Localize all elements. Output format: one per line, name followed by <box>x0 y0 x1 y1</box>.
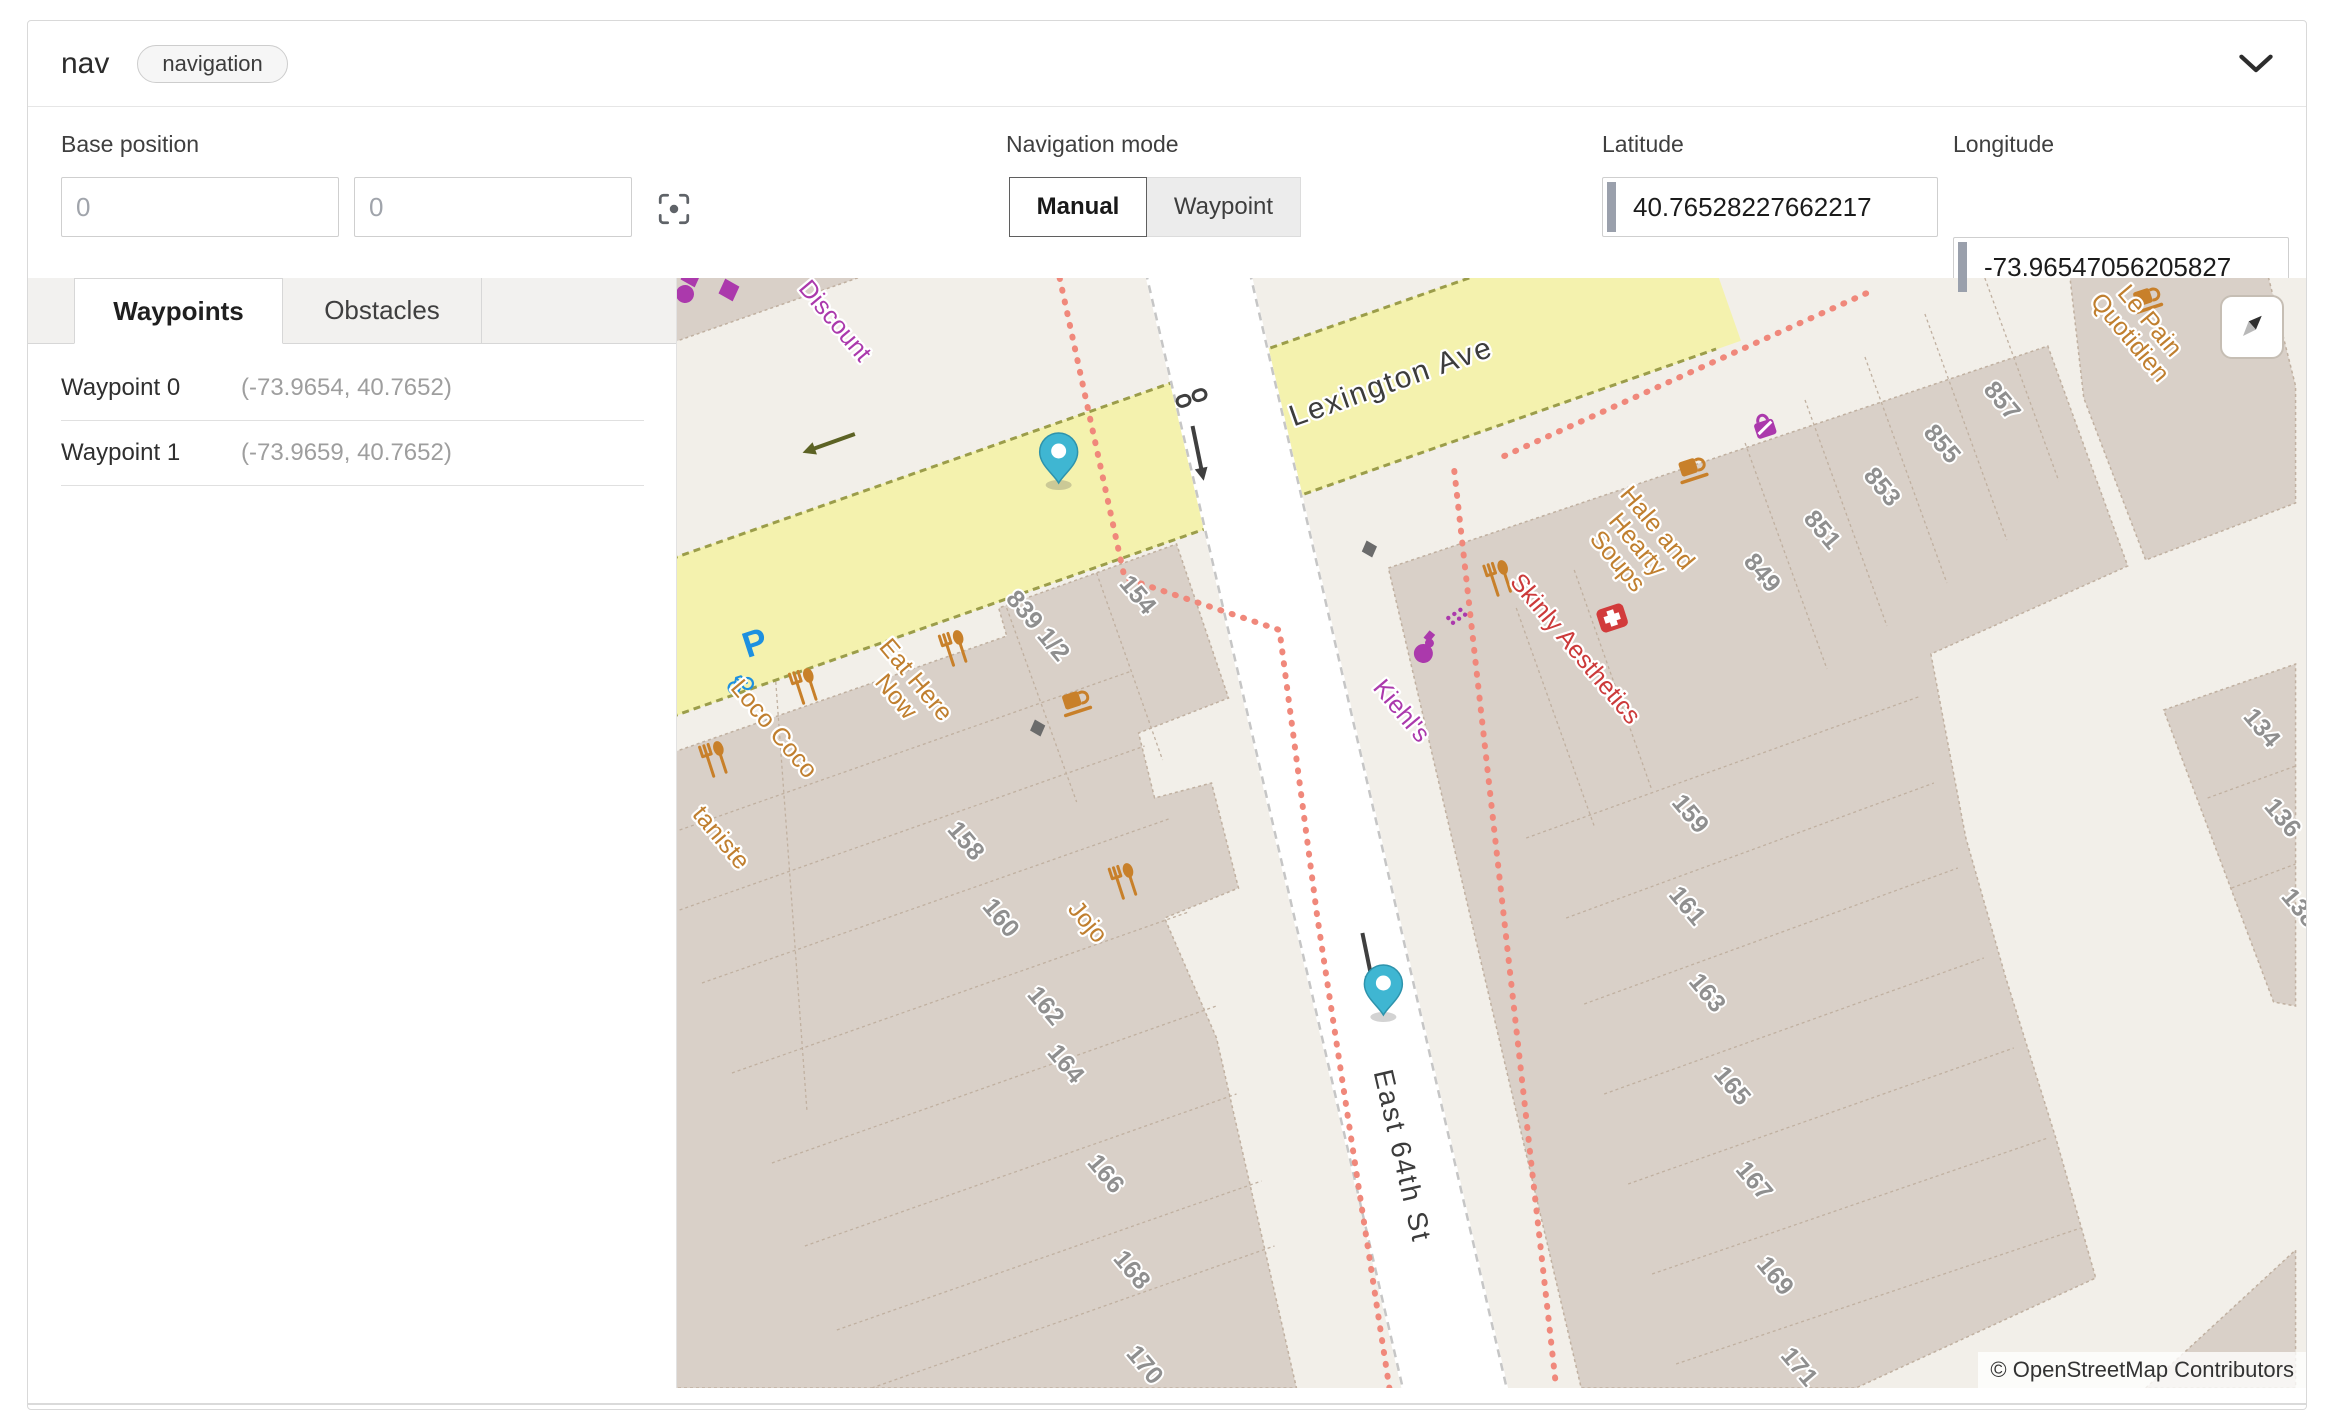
waypoint-name: Waypoint 1 <box>61 439 241 467</box>
tab-obstacles[interactable]: Obstacles <box>283 278 482 343</box>
longitude-label: Longitude <box>1953 131 2054 158</box>
tabstrip: Waypoints Obstacles <box>28 278 676 344</box>
map[interactable]: PDiscountLoco CocotanisteEat HereNowJojo… <box>677 278 2306 1388</box>
focus-base-button[interactable] <box>656 191 692 227</box>
collapse-button[interactable] <box>2239 54 2273 74</box>
base-x-input[interactable] <box>61 177 339 237</box>
nav-card: nav navigation Base position <box>27 20 2307 1410</box>
controls-row: Base position Navigation mode Manual Way… <box>28 107 2306 278</box>
left-panel: Waypoints Obstacles Waypoint 0(-73.9654,… <box>28 278 677 1388</box>
navigation-mode-label: Navigation mode <box>1006 131 1179 158</box>
content-row: Waypoints Obstacles Waypoint 0(-73.9654,… <box>28 278 2306 1388</box>
waypoint-mode-button[interactable]: Waypoint <box>1147 177 1301 237</box>
tab-spacer <box>28 278 74 343</box>
component-title: nav <box>61 47 109 81</box>
chevron-down-icon <box>2239 54 2273 74</box>
compass-button[interactable] <box>2220 295 2284 359</box>
navigation-mode-toggle: Manual Waypoint <box>1009 177 1301 237</box>
latitude-label: Latitude <box>1602 131 1684 158</box>
waypoint-row[interactable]: Waypoint 0(-73.9654, 40.7652) <box>61 356 644 421</box>
latitude-field <box>1602 177 1938 237</box>
waypoint-row[interactable]: Waypoint 1(-73.9659, 40.7652) <box>61 421 644 486</box>
base-y-field <box>354 177 632 237</box>
crosshair-icon <box>656 191 692 227</box>
tab-waypoints[interactable]: Waypoints <box>74 278 283 344</box>
waypoint-coords: (-73.9659, 40.7652) <box>241 439 452 467</box>
map-canvas[interactable]: PDiscountLoco CocotanisteEat HereNowJojo… <box>677 278 2306 1388</box>
latitude-input[interactable] <box>1602 177 1938 237</box>
waypoint-list: Waypoint 0(-73.9654, 40.7652)Waypoint 1(… <box>28 344 676 486</box>
base-position-label: Base position <box>61 131 199 158</box>
screen: nav navigation Base position <box>0 0 2334 1410</box>
base-x-field <box>61 177 339 237</box>
waypoint-coords: (-73.9654, 40.7652) <box>241 374 452 402</box>
map-attribution: © OpenStreetMap Contributors <box>1978 1352 2306 1388</box>
manual-mode-button[interactable]: Manual <box>1009 177 1147 237</box>
compass-icon <box>2228 303 2276 351</box>
card-header: nav navigation <box>28 21 2306 107</box>
bottom-divider <box>28 1403 2306 1405</box>
waypoint-name: Waypoint 0 <box>61 374 241 402</box>
component-type-badge: navigation <box>137 45 287 83</box>
base-y-input[interactable] <box>354 177 632 237</box>
